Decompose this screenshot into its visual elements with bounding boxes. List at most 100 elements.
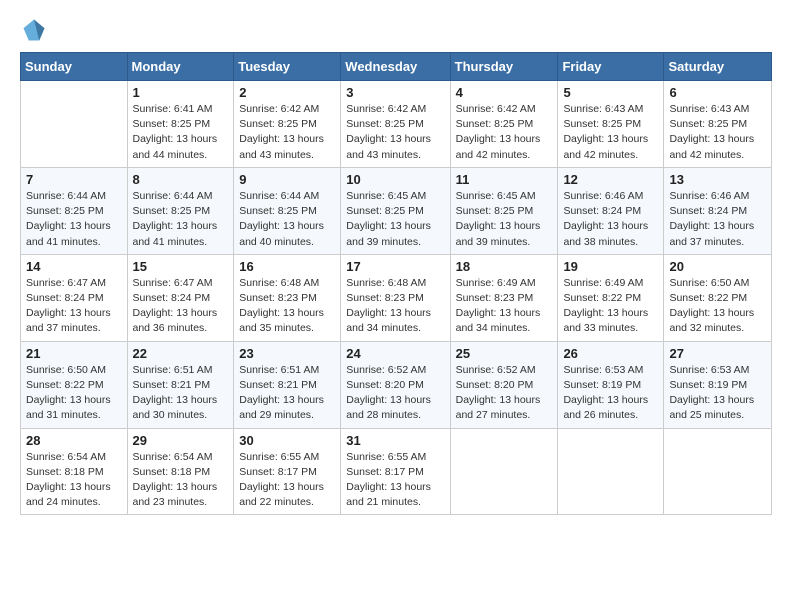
day-cell: 16 Sunrise: 6:48 AMSunset: 8:23 PMDayligh… xyxy=(234,254,341,341)
day-cell: 11Sunrise: 6:45 AMSunset: 8:25 PMDayligh… xyxy=(450,167,558,254)
day-cell: 14 Sunrise: 6:47 AMSunset: 8:24 PMDayligh… xyxy=(21,254,128,341)
day-info: Sunrise: 6:51 AMSunset: 8:21 PMDaylight:… xyxy=(239,363,335,424)
day-number: 25 xyxy=(456,346,553,361)
day-cell xyxy=(450,428,558,515)
day-info: Sunrise: 6:44 AMSunset: 8:25 PMDaylight:… xyxy=(133,189,229,250)
day-cell: 15 Sunrise: 6:47 AMSunset: 8:24 PMDayligh… xyxy=(127,254,234,341)
day-cell: 5 Sunrise: 6:43 AMSunset: 8:25 PMDaylight… xyxy=(558,81,664,168)
day-number: 18 xyxy=(456,259,553,274)
day-number: 19 xyxy=(563,259,658,274)
day-info: Sunrise: 6:49 AMSunset: 8:22 PMDaylight:… xyxy=(563,276,658,337)
weekday-monday: Monday xyxy=(127,53,234,81)
day-number: 30 xyxy=(239,433,335,448)
day-info: Sunrise: 6:45 AMSunset: 8:25 PMDaylight:… xyxy=(456,189,553,250)
day-number: 9 xyxy=(239,172,335,187)
day-number: 3 xyxy=(346,85,444,100)
day-cell: 9 Sunrise: 6:44 AMSunset: 8:25 PMDaylight… xyxy=(234,167,341,254)
day-cell: 22 Sunrise: 6:51 AMSunset: 8:21 PMDayligh… xyxy=(127,341,234,428)
day-number: 13 xyxy=(669,172,766,187)
day-info: Sunrise: 6:54 AMSunset: 8:18 PMDaylight:… xyxy=(133,450,229,511)
day-cell: 21Sunrise: 6:50 AMSunset: 8:22 PMDayligh… xyxy=(21,341,128,428)
day-info: Sunrise: 6:42 AMSunset: 8:25 PMDaylight:… xyxy=(346,102,444,163)
day-cell: 31Sunrise: 6:55 AMSunset: 8:17 PMDayligh… xyxy=(341,428,450,515)
day-info: Sunrise: 6:51 AMSunset: 8:21 PMDaylight:… xyxy=(133,363,229,424)
day-cell: 27 Sunrise: 6:53 AMSunset: 8:19 PMDayligh… xyxy=(664,341,772,428)
day-cell: 6Sunrise: 6:43 AMSunset: 8:25 PMDaylight… xyxy=(664,81,772,168)
day-number: 27 xyxy=(669,346,766,361)
day-number: 14 xyxy=(26,259,122,274)
week-row-3: 14 Sunrise: 6:47 AMSunset: 8:24 PMDayligh… xyxy=(21,254,772,341)
day-info: Sunrise: 6:52 AMSunset: 8:20 PMDaylight:… xyxy=(346,363,444,424)
day-cell xyxy=(664,428,772,515)
day-cell: 19 Sunrise: 6:49 AMSunset: 8:22 PMDayligh… xyxy=(558,254,664,341)
day-number: 26 xyxy=(563,346,658,361)
day-number: 24 xyxy=(346,346,444,361)
day-number: 23 xyxy=(239,346,335,361)
day-info: Sunrise: 6:46 AMSunset: 8:24 PMDaylight:… xyxy=(669,189,766,250)
day-info: Sunrise: 6:47 AMSunset: 8:24 PMDaylight:… xyxy=(133,276,229,337)
day-cell: 17 Sunrise: 6:48 AMSunset: 8:23 PMDayligh… xyxy=(341,254,450,341)
day-cell xyxy=(558,428,664,515)
day-number: 8 xyxy=(133,172,229,187)
day-number: 2 xyxy=(239,85,335,100)
weekday-tuesday: Tuesday xyxy=(234,53,341,81)
day-cell xyxy=(21,81,128,168)
day-number: 4 xyxy=(456,85,553,100)
day-cell: 30 Sunrise: 6:55 AMSunset: 8:17 PMDayligh… xyxy=(234,428,341,515)
day-cell: 25 Sunrise: 6:52 AMSunset: 8:20 PMDayligh… xyxy=(450,341,558,428)
day-cell: 7 Sunrise: 6:44 AMSunset: 8:25 PMDaylight… xyxy=(21,167,128,254)
day-info: Sunrise: 6:46 AMSunset: 8:24 PMDaylight:… xyxy=(563,189,658,250)
day-cell: 10Sunrise: 6:45 AMSunset: 8:25 PMDayligh… xyxy=(341,167,450,254)
day-number: 12 xyxy=(563,172,658,187)
day-info: Sunrise: 6:47 AMSunset: 8:24 PMDaylight:… xyxy=(26,276,122,337)
day-cell: 2 Sunrise: 6:42 AMSunset: 8:25 PMDaylight… xyxy=(234,81,341,168)
weekday-wednesday: Wednesday xyxy=(341,53,450,81)
day-number: 21 xyxy=(26,346,122,361)
day-cell: 20Sunrise: 6:50 AMSunset: 8:22 PMDayligh… xyxy=(664,254,772,341)
day-number: 29 xyxy=(133,433,229,448)
week-row-4: 21Sunrise: 6:50 AMSunset: 8:22 PMDayligh… xyxy=(21,341,772,428)
day-cell: 24 Sunrise: 6:52 AMSunset: 8:20 PMDayligh… xyxy=(341,341,450,428)
day-number: 28 xyxy=(26,433,122,448)
day-number: 7 xyxy=(26,172,122,187)
day-cell: 3 Sunrise: 6:42 AMSunset: 8:25 PMDaylight… xyxy=(341,81,450,168)
day-info: Sunrise: 6:53 AMSunset: 8:19 PMDaylight:… xyxy=(669,363,766,424)
day-cell: 1Sunrise: 6:41 AMSunset: 8:25 PMDaylight… xyxy=(127,81,234,168)
weekday-header-row: SundayMondayTuesdayWednesdayThursdayFrid… xyxy=(21,53,772,81)
day-info: Sunrise: 6:43 AMSunset: 8:25 PMDaylight:… xyxy=(669,102,766,163)
day-info: Sunrise: 6:44 AMSunset: 8:25 PMDaylight:… xyxy=(239,189,335,250)
day-number: 16 xyxy=(239,259,335,274)
weekday-sunday: Sunday xyxy=(21,53,128,81)
day-cell: 12 Sunrise: 6:46 AMSunset: 8:24 PMDayligh… xyxy=(558,167,664,254)
day-number: 17 xyxy=(346,259,444,274)
day-number: 22 xyxy=(133,346,229,361)
day-info: Sunrise: 6:44 AMSunset: 8:25 PMDaylight:… xyxy=(26,189,122,250)
day-info: Sunrise: 6:43 AMSunset: 8:25 PMDaylight:… xyxy=(563,102,658,163)
day-info: Sunrise: 6:48 AMSunset: 8:23 PMDaylight:… xyxy=(239,276,335,337)
day-number: 5 xyxy=(563,85,658,100)
day-number: 15 xyxy=(133,259,229,274)
day-info: Sunrise: 6:41 AMSunset: 8:25 PMDaylight:… xyxy=(133,102,229,163)
day-info: Sunrise: 6:50 AMSunset: 8:22 PMDaylight:… xyxy=(669,276,766,337)
day-info: Sunrise: 6:52 AMSunset: 8:20 PMDaylight:… xyxy=(456,363,553,424)
day-cell: 29 Sunrise: 6:54 AMSunset: 8:18 PMDayligh… xyxy=(127,428,234,515)
day-info: Sunrise: 6:42 AMSunset: 8:25 PMDaylight:… xyxy=(239,102,335,163)
day-info: Sunrise: 6:55 AMSunset: 8:17 PMDaylight:… xyxy=(239,450,335,511)
day-info: Sunrise: 6:54 AMSunset: 8:18 PMDaylight:… xyxy=(26,450,122,511)
day-cell: 4Sunrise: 6:42 AMSunset: 8:25 PMDaylight… xyxy=(450,81,558,168)
day-number: 10 xyxy=(346,172,444,187)
logo xyxy=(20,16,52,44)
day-cell: 23 Sunrise: 6:51 AMSunset: 8:21 PMDayligh… xyxy=(234,341,341,428)
week-row-5: 28 Sunrise: 6:54 AMSunset: 8:18 PMDayligh… xyxy=(21,428,772,515)
day-cell: 8 Sunrise: 6:44 AMSunset: 8:25 PMDaylight… xyxy=(127,167,234,254)
day-cell: 26 Sunrise: 6:53 AMSunset: 8:19 PMDayligh… xyxy=(558,341,664,428)
day-info: Sunrise: 6:49 AMSunset: 8:23 PMDaylight:… xyxy=(456,276,553,337)
logo-icon xyxy=(20,16,48,44)
day-info: Sunrise: 6:53 AMSunset: 8:19 PMDaylight:… xyxy=(563,363,658,424)
page: SundayMondayTuesdayWednesdayThursdayFrid… xyxy=(0,0,792,531)
day-info: Sunrise: 6:48 AMSunset: 8:23 PMDaylight:… xyxy=(346,276,444,337)
day-cell: 13 Sunrise: 6:46 AMSunset: 8:24 PMDayligh… xyxy=(664,167,772,254)
weekday-saturday: Saturday xyxy=(664,53,772,81)
day-number: 31 xyxy=(346,433,444,448)
calendar-table: SundayMondayTuesdayWednesdayThursdayFrid… xyxy=(20,52,772,515)
